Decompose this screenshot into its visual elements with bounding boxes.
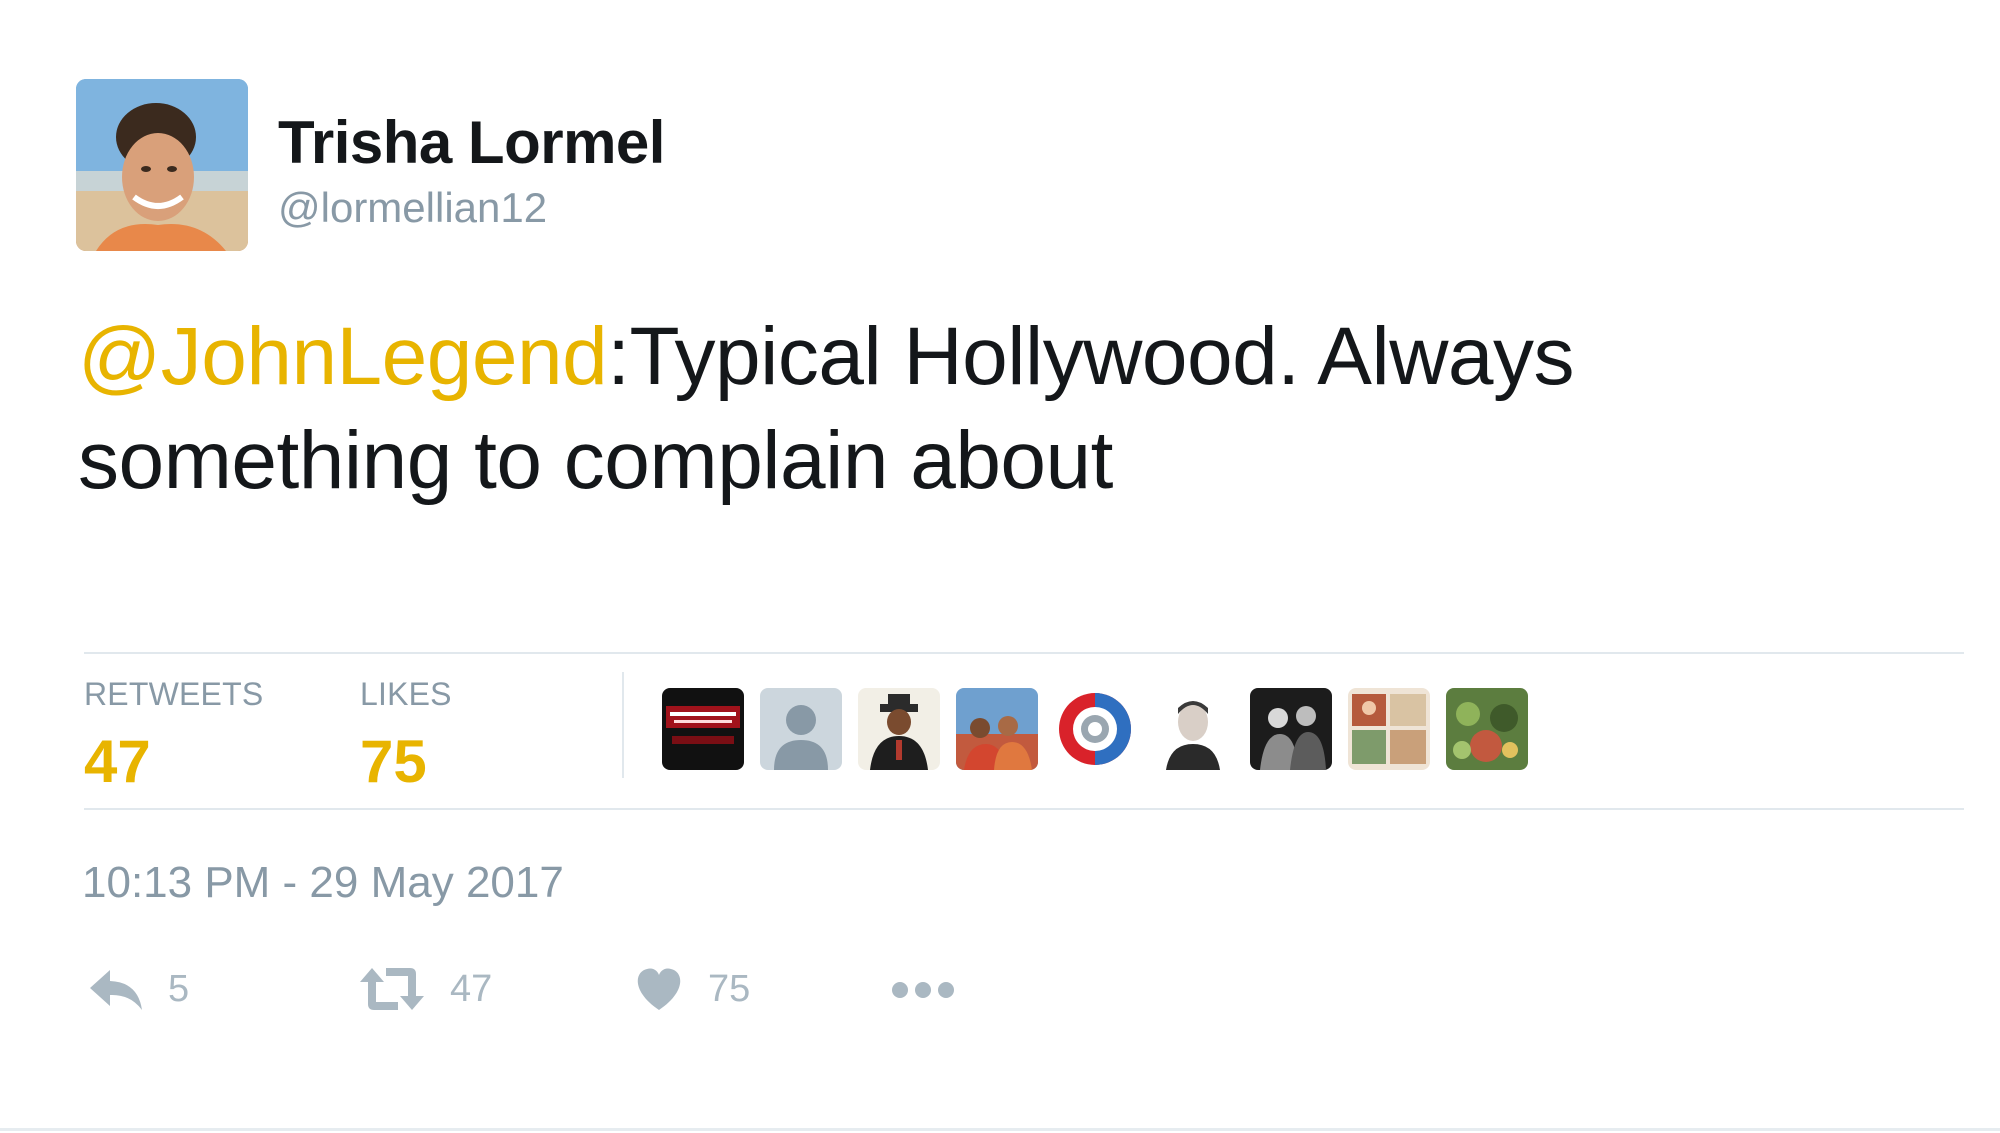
liker-avatar-collage-icon [1348, 688, 1430, 770]
liker-avatar-portrait-icon [1152, 688, 1234, 770]
liker-avatar-hat-man-icon [858, 688, 940, 770]
profile-photo-icon [76, 79, 248, 251]
likers-avatar-row [662, 688, 1528, 770]
reply-icon [90, 970, 142, 1010]
liker-avatar-bw-photo-icon [1250, 688, 1332, 770]
more-options-button[interactable] [890, 980, 956, 1000]
retweet-icon [360, 968, 424, 1010]
liker-avatar[interactable] [662, 688, 744, 770]
tweet-card: Trisha Lormel @lormellian12 @JohnLegend:… [0, 0, 2000, 1133]
default-profile-icon [760, 688, 842, 770]
liker-avatar[interactable] [1250, 688, 1332, 770]
retweets-stat[interactable]: RETWEETS 47 [84, 676, 263, 796]
like-button[interactable]: 75 [634, 966, 750, 1012]
stats-divider-top [84, 652, 1964, 654]
likes-count: 75 [360, 728, 427, 795]
like-count: 75 [708, 967, 751, 1010]
author-handle[interactable]: @lormellian12 [278, 184, 547, 232]
author-display-name[interactable]: Trisha Lormel [278, 108, 665, 177]
stats-divider-bottom [84, 808, 1964, 810]
heart-icon [637, 968, 681, 1010]
stats-vertical-divider [622, 672, 624, 778]
retweet-button[interactable]: 47 [358, 966, 492, 1012]
more-dots-icon [892, 982, 954, 998]
tweet-text: @JohnLegend:Typical Hollywood. Always so… [78, 305, 1858, 513]
liker-avatar-target-logo-icon [1054, 688, 1136, 770]
liker-avatar[interactable] [760, 688, 842, 770]
liker-avatar-group-icon [956, 688, 1038, 770]
liker-avatar[interactable] [1054, 688, 1136, 770]
liker-avatar[interactable] [858, 688, 940, 770]
retweets-label: RETWEETS [84, 676, 264, 712]
liker-avatar-banner-icon [662, 688, 744, 770]
liker-avatar[interactable] [1348, 688, 1430, 770]
likes-stat[interactable]: LIKES 75 [360, 676, 452, 796]
retweets-count: 47 [84, 728, 151, 795]
liker-avatar[interactable] [956, 688, 1038, 770]
tweet-timestamp[interactable]: 10:13 PM - 29 May 2017 [82, 858, 564, 908]
author-avatar[interactable] [76, 79, 248, 251]
reply-button[interactable]: 5 [88, 966, 189, 1012]
likes-label: LIKES [360, 676, 452, 712]
reply-count: 5 [168, 967, 190, 1010]
mention-link[interactable]: @JohnLegend [78, 311, 608, 402]
retweet-count: 47 [450, 967, 493, 1010]
liker-avatar[interactable] [1152, 688, 1234, 770]
liker-avatar[interactable] [1446, 688, 1528, 770]
liker-avatar-green-photo-icon [1446, 688, 1528, 770]
bottom-border [0, 1128, 2000, 1131]
